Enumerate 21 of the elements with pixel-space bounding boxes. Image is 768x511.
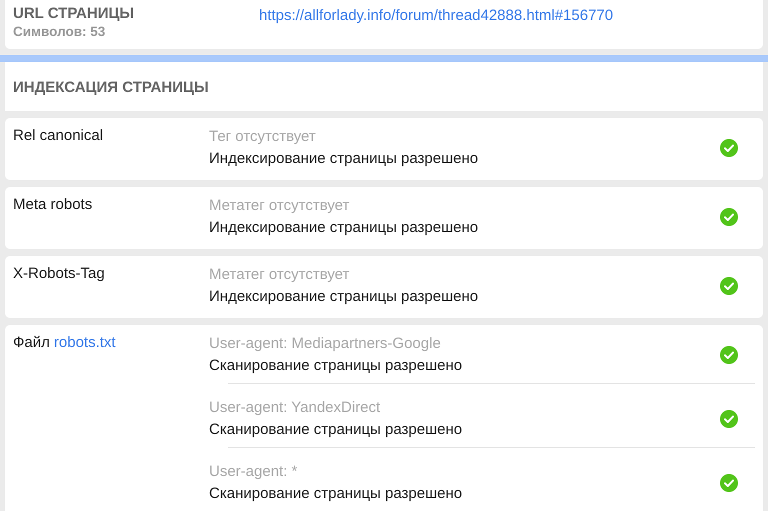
check-note: User-agent: * <box>209 462 298 482</box>
page-url-link[interactable]: https://allforlady.info/forum/thread42888.html#156770 <box>259 7 614 43</box>
check-result: Сканирование страницы разрешено <box>209 356 464 376</box>
check-note: Метатег отсутствует <box>209 265 350 285</box>
row-label: Rel canonical <box>13 127 104 144</box>
check-result: Индексирование страницы разрешено <box>209 287 480 307</box>
robots-link[interactable]: robots.txt <box>54 334 116 351</box>
row-label: X-Robots-Tag <box>13 265 105 282</box>
check-note: Метатег отсутствует <box>209 196 350 216</box>
section-title: ИНДЕКСАЦИЯ СТРАНИЦЫ <box>13 79 209 96</box>
check-note: User-agent: Mediapartners-Google <box>209 334 442 354</box>
check-note: User-agent: YandexDirect <box>209 398 382 418</box>
check-result: Индексирование страницы разрешено <box>209 218 480 238</box>
check-result: Сканирование страницы разрешено <box>209 420 464 440</box>
check-result: Индексирование страницы разрешено <box>209 149 480 169</box>
check-result: Сканирование страницы разрешено <box>209 484 464 504</box>
row-label: Meta robots <box>13 196 92 213</box>
card-title: URL СТРАНИЦЫ <box>13 4 136 24</box>
char-count: Символов: 53 <box>13 24 106 39</box>
row-label: Файл <box>13 334 50 351</box>
check-note: Тег отсутствует <box>209 127 317 147</box>
